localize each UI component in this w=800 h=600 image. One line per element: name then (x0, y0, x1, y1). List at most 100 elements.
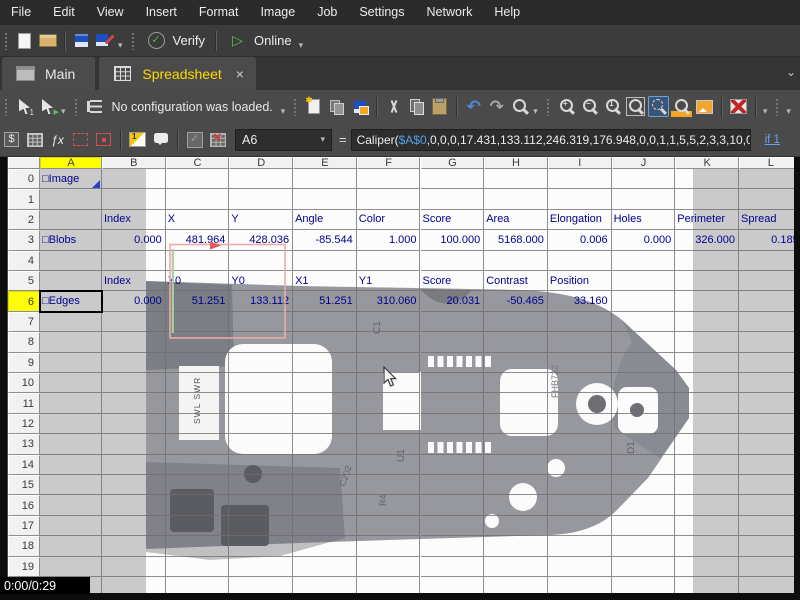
menu-format[interactable]: Format (188, 0, 250, 25)
grid-cell-A15[interactable] (40, 475, 102, 495)
grid-cell-G12[interactable] (421, 414, 485, 434)
if-link[interactable]: if 1 (765, 134, 780, 146)
grid-cell-A13[interactable] (40, 434, 102, 454)
save-job-icon[interactable] (71, 30, 92, 51)
grid-cell-G3[interactable]: 100.000 (421, 230, 485, 250)
grid-cell-I8[interactable] (548, 332, 612, 352)
grid-cell-H3[interactable]: 5168.000 (484, 230, 548, 250)
grid-cell-G4[interactable] (421, 251, 485, 271)
grid-cell-I12[interactable] (548, 414, 612, 434)
grid-cell-B7[interactable] (102, 312, 166, 332)
grid-cell-E16[interactable] (293, 495, 357, 515)
grid-cell-J0[interactable] (612, 169, 676, 189)
menu-view[interactable]: View (86, 0, 135, 25)
grid-cell-C4[interactable] (166, 251, 230, 271)
select-mode-icon[interactable] (14, 96, 35, 117)
grid-cell-B18[interactable] (102, 536, 166, 556)
new-snippet-icon[interactable] (303, 96, 324, 117)
grid-cell-J12[interactable] (612, 414, 676, 434)
grid-cell-C17[interactable] (166, 516, 230, 536)
grid-cell-E6[interactable]: 51.251 (293, 291, 357, 311)
row-header-4[interactable]: 4 (8, 251, 40, 271)
row-header-10[interactable]: 10 (8, 373, 40, 393)
image-overlay-toggle-icon[interactable] (127, 129, 148, 150)
grid-cell-D18[interactable] (229, 536, 293, 556)
grid-cell-I6[interactable]: 33.160 (548, 291, 612, 311)
grid-cell-H6[interactable]: -50.465 (484, 291, 548, 311)
grid-cell-F16[interactable] (357, 495, 421, 515)
edit-region-icon[interactable] (70, 129, 91, 150)
grid-cell-B19[interactable] (102, 557, 166, 577)
grid-cell-K11[interactable] (675, 393, 739, 413)
grid-cell-G1[interactable] (421, 189, 485, 209)
grid-cell-J3[interactable]: 0.000 (612, 230, 676, 250)
grid-cell-H13[interactable] (484, 434, 548, 454)
grid-cell-J7[interactable] (612, 312, 676, 332)
row-header-15[interactable]: 15 (8, 475, 40, 495)
cut-icon[interactable] (383, 96, 404, 117)
grid-cell-E15[interactable] (293, 475, 357, 495)
grid-cell-H5[interactable]: Contrast (484, 271, 548, 291)
grid-cell-F17[interactable] (357, 516, 421, 536)
grid-cell-G7[interactable] (421, 312, 485, 332)
grid-cell-K15[interactable] (675, 475, 739, 495)
grid-cell-G13[interactable] (421, 434, 485, 454)
menu-insert[interactable]: Insert (135, 0, 188, 25)
grid-cell-A12[interactable] (40, 414, 102, 434)
grid-cell-L14[interactable] (739, 455, 800, 475)
grid-cell-L17[interactable] (739, 516, 800, 536)
grid-cell-G15[interactable] (421, 475, 485, 495)
grid-cell-D12[interactable] (229, 414, 293, 434)
grid-cell-C3[interactable]: 481.964 (166, 230, 230, 250)
grid-cell-J11[interactable] (612, 393, 676, 413)
grid-cell-I11[interactable] (548, 393, 612, 413)
grid-cell-C16[interactable] (166, 495, 230, 515)
enable-cell-icon[interactable] (184, 129, 205, 150)
grid-cell-F18[interactable] (357, 536, 421, 556)
grid-cell-L3[interactable]: 0.185 (739, 230, 800, 250)
grid-cell-A3[interactable]: □Blobs (40, 230, 102, 250)
row-header-12[interactable]: 12 (8, 414, 40, 434)
grid-cell-A8[interactable] (40, 332, 102, 352)
grid-cell-L1[interactable] (739, 189, 800, 209)
grid-cell-I2[interactable]: Elongation (548, 210, 612, 230)
grid-cell-L12[interactable] (739, 414, 800, 434)
row-header-11[interactable]: 11 (8, 393, 40, 413)
grid-cell-I4[interactable] (548, 251, 612, 271)
grid-cell-G14[interactable] (421, 455, 485, 475)
dd-handle[interactable]: ▾ (533, 106, 538, 117)
grid-cell-E7[interactable] (293, 312, 357, 332)
close-tab-icon[interactable]: × (236, 66, 244, 82)
column-header-F[interactable]: F (357, 157, 421, 169)
column-header-C[interactable]: C (166, 157, 230, 169)
column-header-B[interactable]: B (102, 157, 166, 169)
grid-cell-F0[interactable] (357, 169, 421, 189)
grid-cell-G6[interactable]: 20.031 (421, 291, 485, 311)
grid-cell-D7[interactable] (229, 312, 293, 332)
grid-cell-D17[interactable] (229, 516, 293, 536)
grid-cell-E12[interactable] (293, 414, 357, 434)
grid-cell-F19[interactable] (357, 557, 421, 577)
grid-cell-F1[interactable] (357, 189, 421, 209)
column-header-D[interactable]: D (229, 157, 293, 169)
grid-cell-E2[interactable]: Angle (293, 210, 357, 230)
menu-settings[interactable]: Settings (348, 0, 415, 25)
grid-cell-K3[interactable]: 326.000 (675, 230, 739, 250)
grid-cell-K17[interactable] (675, 516, 739, 536)
grid-cell-L9[interactable] (739, 353, 800, 373)
zoom-region-icon[interactable] (625, 96, 646, 117)
grid-cell-L15[interactable] (739, 475, 800, 495)
tab-main[interactable]: Main (2, 57, 95, 90)
grid-cell-K18[interactable] (675, 536, 739, 556)
row-header-9[interactable]: 9 (8, 353, 40, 373)
grid-cell-C19[interactable] (166, 557, 230, 577)
grid-cell-K13[interactable] (675, 434, 739, 454)
tab-overflow-chevron-icon[interactable]: ⌄ (786, 65, 796, 79)
grid-cell-D5[interactable]: Y0 (229, 271, 293, 291)
grid-cell-B16[interactable] (102, 495, 166, 515)
grid-cell-E3[interactable]: -85.544 (293, 230, 357, 250)
grid-cell-D2[interactable]: Y (229, 210, 293, 230)
grid-cell-E0[interactable] (293, 169, 357, 189)
sep-handle[interactable] (456, 97, 457, 117)
show-image-icon[interactable] (694, 96, 715, 117)
